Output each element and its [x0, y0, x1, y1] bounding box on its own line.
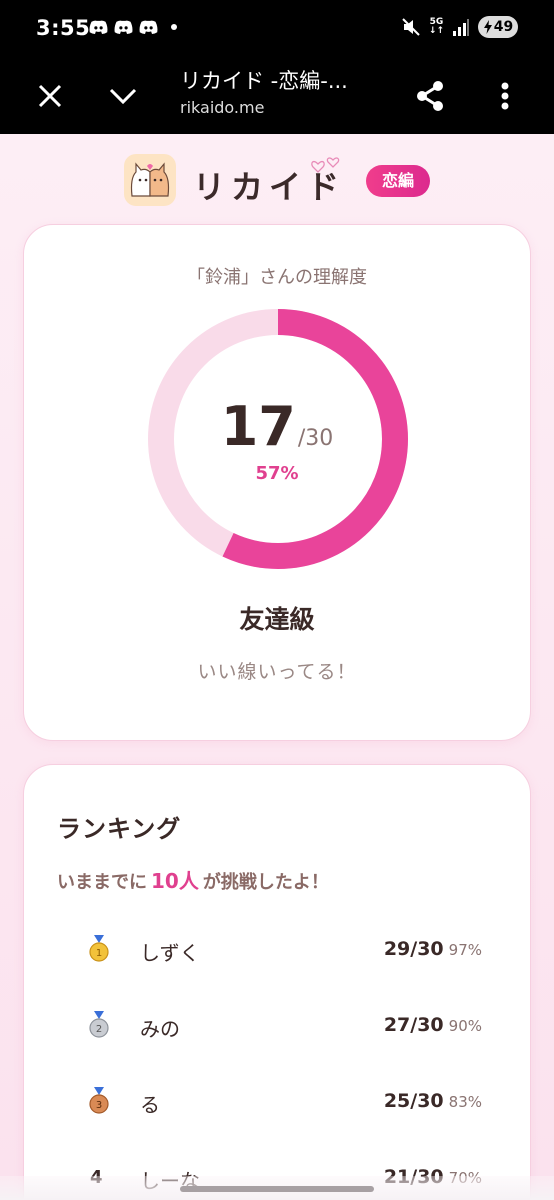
battery-level: 49 — [493, 19, 514, 35]
challengers-prefix: いままでに — [57, 872, 147, 893]
rank-comment: いい線いってる！ — [197, 661, 357, 683]
rank-title: 友達級 — [239, 605, 315, 634]
ranking-score: 27/30 90% — [384, 1014, 482, 1036]
status-time: 3:55 — [36, 16, 91, 40]
close-icon — [38, 84, 62, 108]
system-icons: 5G ↓↑ 49 — [401, 16, 518, 38]
score-correct: 17 — [220, 395, 296, 458]
data-arrows-icon: ↓↑ — [428, 26, 444, 36]
ranking-name: しずく — [140, 941, 200, 965]
browser-toolbar: リカイド -恋編-... rikaido.me — [0, 58, 554, 134]
notification-icons — [88, 18, 177, 36]
svg-text:1: 1 — [96, 948, 102, 959]
challengers-suffix: が挑戦したよ！ — [202, 872, 329, 893]
score-value: 17/30 — [24, 395, 530, 458]
ranking-row: 3 る 25/30 83% — [24, 1081, 530, 1121]
app-header: リカイド 恋編 — [0, 152, 554, 212]
category-badge: 恋編 — [366, 165, 430, 197]
svg-text:3: 3 — [96, 1100, 102, 1111]
share-button[interactable] — [406, 72, 454, 120]
score-total: /30 — [297, 426, 334, 451]
ranking-percent: 90% — [448, 1017, 482, 1035]
ranking-row: 2 みの 27/30 90% — [24, 1005, 530, 1045]
challengers-count: 10人 — [151, 869, 199, 893]
ranking-score-value: 25/30 — [383, 1090, 444, 1112]
cats-logo-icon — [130, 162, 170, 197]
gold-medal-icon: 1 — [89, 935, 109, 962]
ranking-score-value: 27/30 — [383, 1014, 444, 1036]
ranking-card: ランキング いままでに 10人 が挑戦したよ！ 1 しずく 29/30 97% 2 み… — [23, 764, 531, 1200]
discord-icon — [139, 20, 158, 34]
ranking-percent: 97% — [448, 941, 482, 959]
charging-bolt-icon — [483, 20, 492, 34]
ranking-percent: 83% — [448, 1093, 482, 1111]
more-vertical-icon — [501, 82, 509, 110]
score-percent: 57% — [255, 463, 299, 484]
more-options-button[interactable] — [481, 72, 529, 120]
more-notifications-dot — [171, 24, 177, 30]
share-icon — [417, 81, 443, 111]
ranking-score: 25/30 83% — [384, 1090, 482, 1112]
ranking-score-value: 29/30 — [383, 938, 444, 960]
network-type-indicator: 5G ↓↑ — [429, 18, 444, 36]
score-card: 「鈴浦」さんの理解度 17/30 57% 友達級 いい線いってる！ — [23, 224, 531, 741]
hearts-icon — [311, 157, 340, 173]
score-heading: 「鈴浦」さんの理解度 — [187, 267, 367, 288]
silver-medal-icon: 2 — [89, 1011, 109, 1038]
discord-icon — [114, 20, 133, 34]
page-content: リカイド 恋編 「鈴浦」さんの理解度 17/30 57% 友達級 いい線いってる… — [0, 134, 554, 1200]
minimize-button[interactable] — [99, 72, 147, 120]
ranking-row: 1 しずく 29/30 97% — [24, 929, 530, 969]
app-logo[interactable] — [124, 154, 176, 206]
vibrate-mute-icon — [402, 18, 420, 36]
chevron-down-icon — [109, 88, 137, 105]
ranking-title: ランキング — [57, 815, 182, 843]
signal-icon — [453, 19, 469, 36]
challengers-summary: いままでに 10人 が挑戦したよ！ — [57, 865, 329, 894]
page-title: リカイド -恋編-... — [180, 69, 348, 93]
ranking-name: る — [140, 1093, 160, 1117]
discord-icon — [89, 20, 108, 34]
status-bar: 3:55 5G ↓↑ 49 — [0, 0, 554, 58]
page-url[interactable]: rikaido.me — [180, 98, 264, 117]
close-tab-button[interactable] — [26, 72, 74, 120]
ranking-score: 29/30 97% — [384, 938, 482, 960]
svg-text:2: 2 — [96, 1024, 102, 1035]
bronze-medal-icon: 3 — [89, 1087, 109, 1114]
battery-indicator: 49 — [478, 16, 518, 38]
ranking-name: みの — [140, 1017, 180, 1041]
gesture-nav-handle[interactable] — [180, 1186, 374, 1192]
